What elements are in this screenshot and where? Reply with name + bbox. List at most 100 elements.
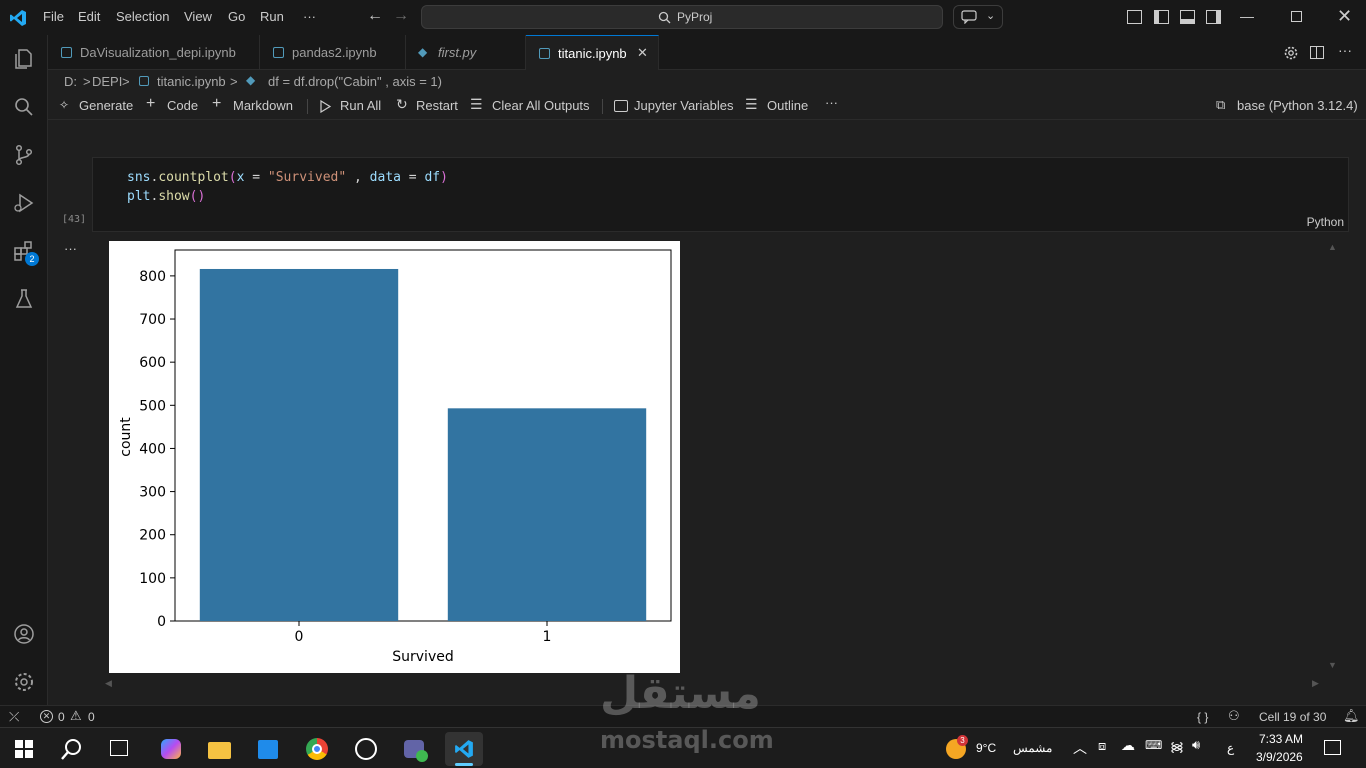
python-icon: ◆ <box>246 73 256 87</box>
menu-more[interactable]: ··· <box>303 9 316 24</box>
kernel-picker[interactable]: base (Python 3.12.4) <box>1237 98 1358 113</box>
teams-icon[interactable] <box>396 732 434 766</box>
clock-time[interactable]: 7:33 AM <box>1259 732 1303 746</box>
restore-icon[interactable] <box>1291 11 1302 22</box>
input-indicator-icon[interactable]: ⌨ <box>1145 738 1162 752</box>
menu-view[interactable]: View <box>184 9 212 24</box>
breadcrumb-separator: > <box>230 74 238 89</box>
chatgpt-icon[interactable] <box>347 732 385 766</box>
more-actions-icon[interactable]: ··· <box>1338 42 1352 58</box>
testing-flask-icon[interactable] <box>12 287 36 311</box>
microsoft-store-icon[interactable] <box>249 732 287 766</box>
output-more-icon[interactable]: ··· <box>64 241 77 256</box>
notification-center-icon[interactable] <box>1324 740 1341 755</box>
forward-arrow-icon[interactable]: → <box>393 7 409 25</box>
cell-language[interactable]: Python <box>1307 215 1344 229</box>
breadcrumb-folder[interactable]: DEPI <box>92 74 122 89</box>
copilot-app-icon[interactable] <box>152 732 190 766</box>
menu-run[interactable]: Run <box>260 9 284 24</box>
meet-now-icon[interactable]: ⧈ <box>1098 738 1106 754</box>
toggle-panel-icon[interactable] <box>1180 10 1195 24</box>
onedrive-icon[interactable]: ☁ <box>1121 737 1135 754</box>
watermark-url: mostaql.com <box>600 726 774 754</box>
source-control-icon[interactable] <box>12 143 36 167</box>
layout-toggle-icon[interactable] <box>1127 10 1142 24</box>
tab-titanic[interactable]: titanic.ipynb ✕ <box>526 35 659 70</box>
bar-0 <box>199 268 399 621</box>
x-tick-label: 0 <box>295 629 304 645</box>
menu-go[interactable]: Go <box>228 9 245 24</box>
scroll-right-icon[interactable]: ▶ <box>1312 678 1319 689</box>
run-all-button[interactable]: Run All <box>340 98 381 113</box>
menu-edit[interactable]: Edit <box>78 9 100 24</box>
menu-file[interactable]: File <box>43 9 64 24</box>
clear-outputs-button[interactable]: Clear All Outputs <box>492 98 590 113</box>
cell-indicator[interactable]: Cell 19 of 30 <box>1259 710 1326 724</box>
code-token: countplot <box>158 170 229 185</box>
warning-count[interactable]: 0 <box>88 710 95 724</box>
plus-icon: + <box>212 95 222 112</box>
volume-icon[interactable]: 🔊︎ <box>1192 737 1200 753</box>
menu-selection[interactable]: Selection <box>116 9 169 24</box>
chrome-icon[interactable] <box>298 732 336 766</box>
notebook-icon <box>139 76 149 86</box>
split-editor-icon[interactable] <box>1310 46 1324 59</box>
clock-date[interactable]: 3/9/2026 <box>1256 750 1303 764</box>
toggle-sidebar-icon[interactable] <box>1154 10 1169 24</box>
file-explorer-icon[interactable] <box>200 732 238 766</box>
taskbar-search-icon[interactable] <box>60 737 84 761</box>
explorer-icon[interactable] <box>12 47 36 71</box>
copilot-status-icon[interactable]: ⚇ <box>1228 708 1240 724</box>
run-debug-icon[interactable] <box>12 191 36 215</box>
scroll-up-icon[interactable]: ▲ <box>1328 242 1337 252</box>
remote-icon[interactable]: ⤫ <box>9 709 19 725</box>
code-token: df <box>424 170 441 185</box>
code-token: sns <box>127 170 151 185</box>
breadcrumb-separator: > <box>122 74 130 89</box>
more-toolbar-icon[interactable]: ··· <box>825 95 838 110</box>
add-code-button[interactable]: Code <box>167 98 198 113</box>
vscode-taskbar-icon[interactable] <box>445 732 483 766</box>
add-markdown-button[interactable]: Markdown <box>233 98 293 113</box>
copilot-button[interactable]: ⌄ <box>953 5 1003 29</box>
settings-gear-icon[interactable] <box>1283 45 1299 61</box>
minimize-icon[interactable]: — <box>1240 8 1254 24</box>
y-tick-label: 200 <box>139 528 166 544</box>
close-tab-icon[interactable]: ✕ <box>637 45 648 61</box>
windows-start-icon[interactable] <box>15 740 33 758</box>
language-status[interactable]: { } <box>1197 710 1208 724</box>
weather-text[interactable]: مشمس <box>1013 741 1052 755</box>
code-cell[interactable]: sns.countplot(x = "Survived" , data = df… <box>92 157 1349 232</box>
close-window-icon[interactable]: ✕ <box>1337 6 1352 27</box>
tab-davisualization[interactable]: DaVisualization_depi.ipynb <box>48 35 260 70</box>
toggle-secondary-sidebar-icon[interactable] <box>1206 10 1221 24</box>
jupyter-variables-button[interactable]: Jupyter Variables <box>634 98 733 113</box>
back-arrow-icon[interactable]: ← <box>367 7 383 25</box>
activity-bar: 2 <box>0 35 48 705</box>
notifications-bell-icon[interactable]: 🔔︎ <box>1343 708 1360 724</box>
scroll-left-icon[interactable]: ◀ <box>105 678 112 689</box>
command-center-search[interactable]: PyProj <box>421 5 943 29</box>
account-icon[interactable] <box>12 622 36 646</box>
code-token: plt <box>127 189 151 204</box>
outline-button[interactable]: Outline <box>767 98 808 113</box>
task-view-icon[interactable] <box>110 740 128 756</box>
show-hidden-icons-chevron-icon[interactable]: ︿ <box>1073 738 1087 758</box>
search-icon[interactable] <box>12 95 36 119</box>
wifi-icon[interactable]: ᯼ <box>1170 737 1184 755</box>
breadcrumb-file[interactable]: titanic.ipynb <box>157 74 226 89</box>
tab-first-py[interactable]: ◆ first.py <box>406 35 526 70</box>
breadcrumb-drive[interactable]: D: <box>64 74 77 89</box>
notebook-icon <box>273 47 284 58</box>
settings-gear-icon[interactable] <box>12 670 36 694</box>
generate-button[interactable]: Generate <box>79 98 133 113</box>
code-token: ) <box>440 170 448 185</box>
error-count[interactable]: 0 <box>58 710 65 724</box>
restart-button[interactable]: Restart <box>416 98 458 113</box>
breadcrumb-symbol[interactable]: df = df.drop("Cabin" , axis = 1) <box>268 74 442 89</box>
weather-temp[interactable]: 9°C <box>976 741 996 755</box>
language-indicator[interactable]: ع <box>1227 741 1234 755</box>
code-token: "Survived" <box>267 170 347 185</box>
tab-pandas2[interactable]: pandas2.ipynb <box>260 35 406 70</box>
scroll-down-icon[interactable]: ▼ <box>1328 660 1337 670</box>
